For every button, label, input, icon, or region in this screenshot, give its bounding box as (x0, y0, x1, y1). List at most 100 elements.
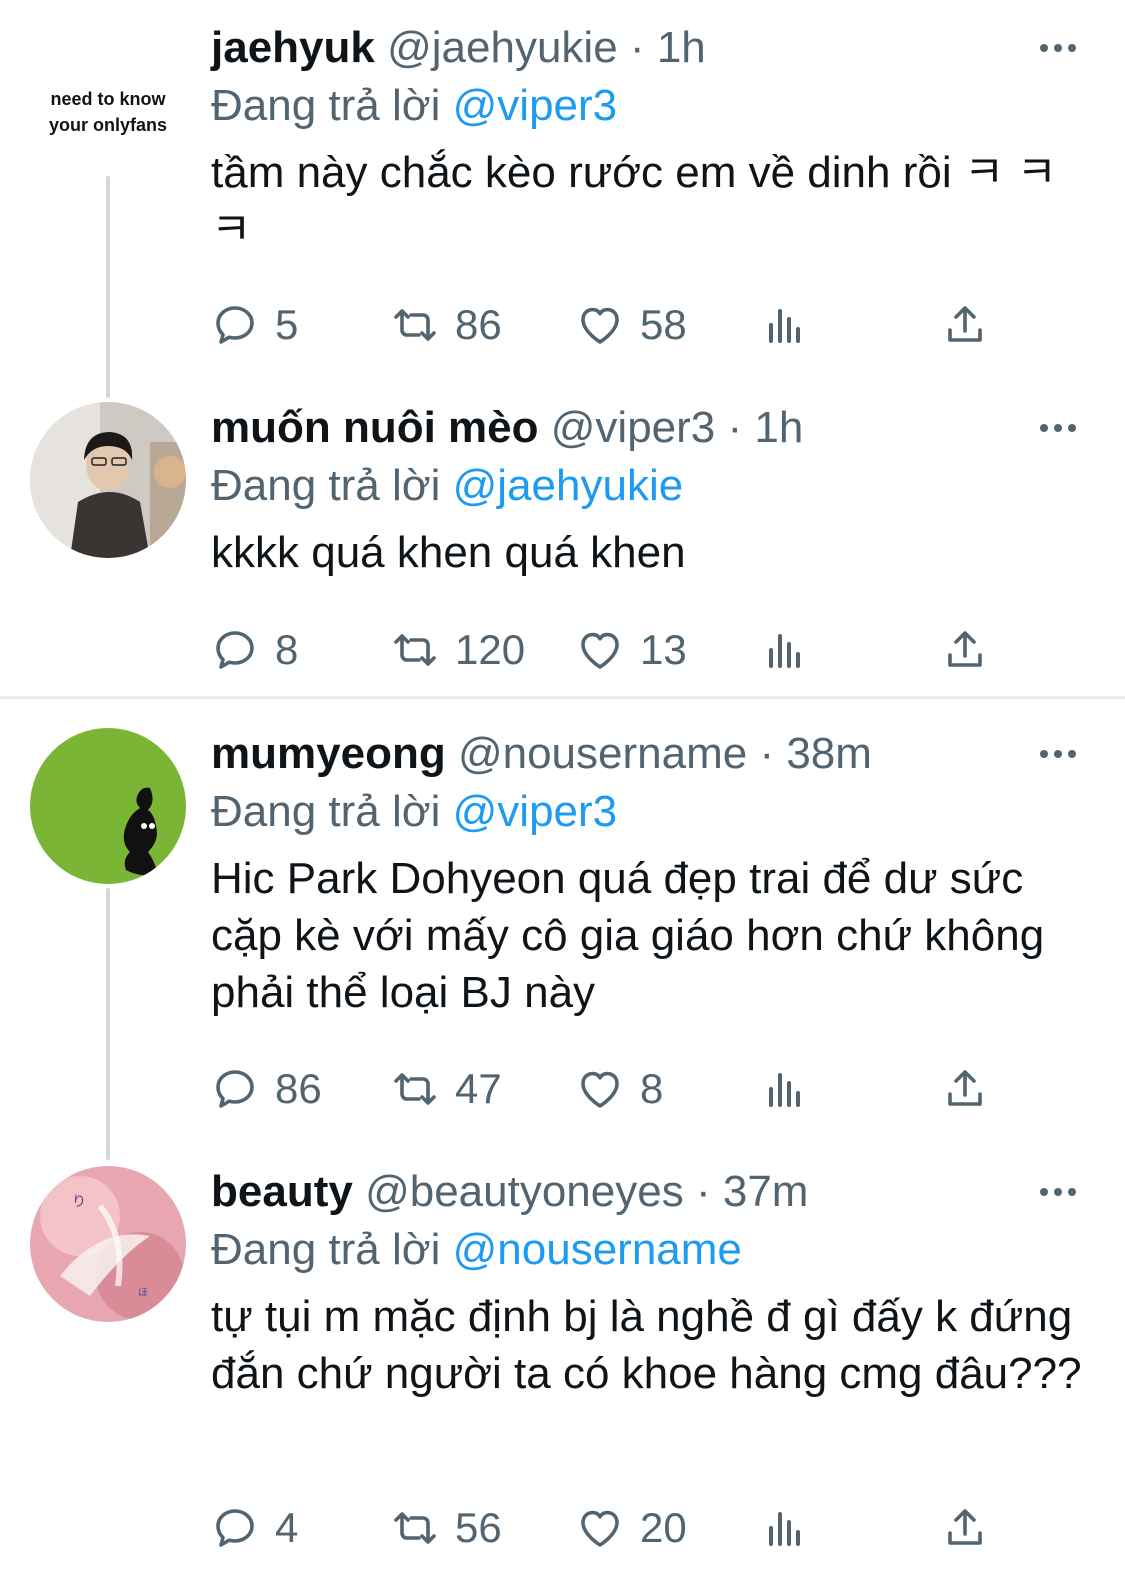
reply-count: 86 (275, 1065, 322, 1112)
views-button[interactable] (761, 295, 825, 355)
tweet-text: Hic Park Dohyeon quá đẹp trai để dư sức … (211, 854, 1045, 1017)
avatar[interactable] (30, 402, 186, 558)
avatar[interactable]: り ほ (30, 1166, 186, 1322)
replying-label: Đang trả lời (211, 1225, 441, 1274)
more-icon[interactable] (1036, 22, 1080, 74)
reply-count: 8 (275, 626, 299, 673)
more-icon[interactable] (1036, 728, 1080, 780)
share-button[interactable] (941, 1498, 1005, 1558)
share-button[interactable] (941, 1059, 1005, 1119)
reply-count: 5 (275, 301, 299, 348)
tweet-actions: 8 120 13 (211, 620, 1011, 680)
share-icon (948, 631, 982, 667)
avatar-text: need to know your onlyfans (48, 89, 168, 135)
retweet-button[interactable]: 47 (391, 1059, 502, 1119)
retweet-count: 56 (455, 1504, 502, 1551)
tweet-header: jaehyuk @jaehyukie · 1h (211, 22, 706, 74)
avatar[interactable] (30, 728, 186, 884)
like-button[interactable]: 58 (576, 295, 687, 355)
tweet-text: kkkk quá khen quá khen (211, 528, 686, 577)
like-button[interactable]: 13 (576, 620, 687, 680)
reply-icon (216, 631, 254, 669)
views-button[interactable] (761, 1498, 825, 1558)
retweet-button[interactable]: 86 (391, 295, 502, 355)
more-icon[interactable] (1036, 402, 1080, 454)
retweet-count: 47 (455, 1065, 502, 1112)
timestamp[interactable]: 1h (754, 403, 803, 452)
views-icon (769, 634, 800, 668)
heart-icon (581, 632, 619, 669)
views-icon (769, 1073, 800, 1107)
retweet-button[interactable]: 120 (391, 620, 525, 680)
share-icon (948, 1509, 982, 1545)
views-button[interactable] (761, 620, 825, 680)
share-icon (948, 306, 982, 342)
display-name[interactable]: beauty (211, 1167, 353, 1216)
separator: · (759, 729, 775, 778)
replying-label: Đang trả lời (211, 787, 441, 836)
avatar-image (30, 728, 186, 884)
retweet-button[interactable]: 56 (391, 1498, 502, 1558)
reply-count: 4 (275, 1504, 299, 1551)
replying-label: Đang trả lời (211, 461, 441, 510)
tweet-header: muốn nuôi mèo @viper3 · 1h (211, 402, 803, 454)
avatar[interactable]: need to know your onlyfans (30, 68, 186, 168)
tweet-header: mumyeong @nousername · 38m (211, 728, 872, 780)
like-button[interactable]: 20 (576, 1498, 687, 1558)
tweet-text: tầm này chắc kèo rước em về dinh rồi ㅋ ㅋ… (211, 148, 1058, 254)
separator: · (695, 1167, 711, 1216)
share-button[interactable] (941, 620, 1005, 680)
mention-link[interactable]: @viper3 (453, 787, 618, 836)
svg-text:り: り (72, 1194, 86, 1210)
mention-link[interactable]: @viper3 (453, 81, 618, 130)
avatar-image (30, 402, 186, 558)
username[interactable]: @viper3 (551, 403, 716, 452)
like-count: 13 (640, 626, 687, 673)
replying-to: Đang trả lời @jaehyukie (211, 460, 683, 512)
timestamp[interactable]: 1h (657, 23, 706, 72)
separator: · (629, 23, 645, 72)
separator: · (727, 403, 743, 452)
mention-link[interactable]: @jaehyukie (453, 461, 684, 510)
display-name[interactable]: mumyeong (211, 729, 446, 778)
replying-label: Đang trả lời (211, 81, 441, 130)
display-name[interactable]: muốn nuôi mèo (211, 403, 539, 452)
svg-text:ほ: ほ (138, 1287, 148, 1299)
like-button[interactable]: 8 (576, 1059, 663, 1119)
reply-button[interactable]: 8 (211, 620, 298, 680)
username[interactable]: @jaehyukie (387, 23, 618, 72)
replying-to: Đang trả lời @viper3 (211, 80, 617, 132)
timestamp[interactable]: 38m (786, 729, 872, 778)
mention-link[interactable]: @nousername (453, 1225, 742, 1274)
retweet-icon (394, 634, 436, 666)
heart-icon (581, 307, 619, 344)
replying-to: Đang trả lời @nousername (211, 1224, 742, 1276)
avatar-image: り ほ (30, 1166, 186, 1322)
share-button[interactable] (941, 295, 1005, 355)
username[interactable]: @beautyoneyes (365, 1167, 684, 1216)
reply-icon (216, 306, 254, 344)
retweet-icon (394, 309, 436, 341)
tweet-header: beauty @beautyoneyes · 37m (211, 1166, 808, 1218)
display-name[interactable]: jaehyuk (211, 23, 375, 72)
divider (0, 696, 1125, 699)
username[interactable]: @nousername (458, 729, 747, 778)
reply-icon (216, 1070, 254, 1108)
retweet-count: 120 (455, 626, 526, 673)
reply-button[interactable]: 86 (211, 1059, 322, 1119)
reply-button[interactable]: 5 (211, 295, 298, 355)
tweet-actions: 5 86 58 (211, 295, 1011, 355)
tweet-text: tự tụi m mặc định bj là nghề đ gì đấy k … (211, 1292, 1082, 1398)
timestamp[interactable]: 37m (723, 1167, 809, 1216)
thread-line (106, 888, 110, 1160)
tweet-actions: 86 47 8 (211, 1059, 1011, 1119)
views-button[interactable] (761, 1059, 825, 1119)
retweet-icon (394, 1073, 436, 1105)
views-icon (769, 1512, 800, 1546)
reply-button[interactable]: 4 (211, 1498, 298, 1558)
heart-icon (581, 1510, 619, 1547)
replying-to: Đang trả lời @viper3 (211, 786, 617, 838)
more-icon[interactable] (1036, 1166, 1080, 1218)
tweet-actions: 4 56 20 (211, 1498, 1011, 1558)
retweet-icon (394, 1512, 436, 1544)
